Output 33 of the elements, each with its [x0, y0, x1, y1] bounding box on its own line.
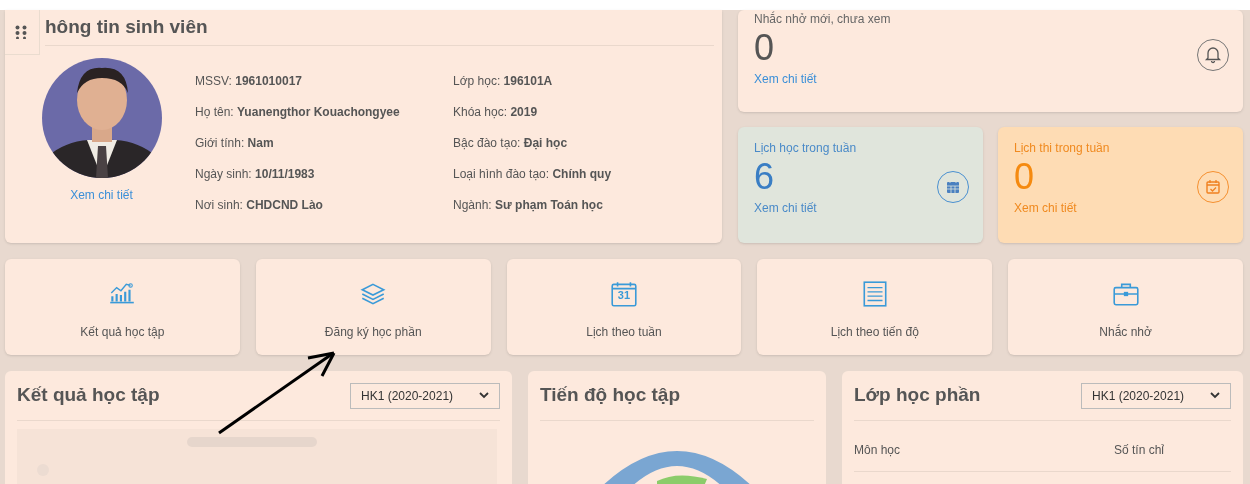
- stat-label: Lịch thi trong tuần: [1014, 140, 1111, 155]
- info-field: Nơi sinh: CHDCND Lào: [195, 196, 453, 213]
- stat-count: 0: [754, 26, 775, 70]
- info-field: Giới tính: Nam: [195, 134, 453, 151]
- panel-title: Lớp học phần: [854, 383, 981, 408]
- info-field: Ngành: Sư phạm Toán học: [453, 196, 722, 213]
- info-field: Họ tên: Yuanengthor Kouachongyee: [195, 103, 453, 120]
- panel-title: Tiến độ học tập: [540, 383, 681, 408]
- shortcut-tile[interactable]: Nhắc nhở: [1008, 259, 1243, 355]
- chevron-down-icon: [1210, 392, 1220, 399]
- info-field: MSSV: 1961010017: [195, 72, 453, 89]
- panel-title: Kết quả học tập: [17, 383, 160, 408]
- shortcut-tile[interactable]: Lịch theo tiến độ: [757, 259, 993, 355]
- shortcut-tile[interactable]: Đăng ký học phần: [255, 259, 491, 355]
- info-field: Ngày sinh: 10/11/1983: [195, 165, 453, 182]
- stat-label: Nhắc nhở mới, chưa xem: [754, 10, 892, 26]
- info-field: Loại hình đào tạo: Chính quy: [453, 165, 722, 182]
- card-title: hông tin sinh viên: [45, 15, 208, 40]
- semester-select[interactable]: HK1 (2020-2021): [350, 382, 500, 409]
- stat-label: Lịch học trong tuần: [754, 140, 858, 155]
- grid-dots-icon: [15, 25, 29, 39]
- shortcut-tile[interactable]: Kết quả học tập: [5, 259, 240, 355]
- column-header: Số tín chỉ: [1114, 442, 1165, 459]
- shortcut-tile[interactable]: 31 Lịch theo tuần: [506, 259, 742, 355]
- stat-count: 6: [754, 155, 775, 199]
- semester-select[interactable]: HK1 (2020-2021): [1081, 382, 1231, 409]
- column-header: Môn học: [854, 442, 902, 459]
- stat-count: 0: [1014, 155, 1035, 199]
- chevron-down-icon: [479, 392, 489, 399]
- info-field: Bậc đào tạo: Đại học: [453, 134, 722, 151]
- info-field: Khóa học: 2019: [453, 103, 722, 120]
- apps-grid-button[interactable]: [5, 10, 40, 55]
- info-field: Lớp học: 196101A: [453, 72, 722, 89]
